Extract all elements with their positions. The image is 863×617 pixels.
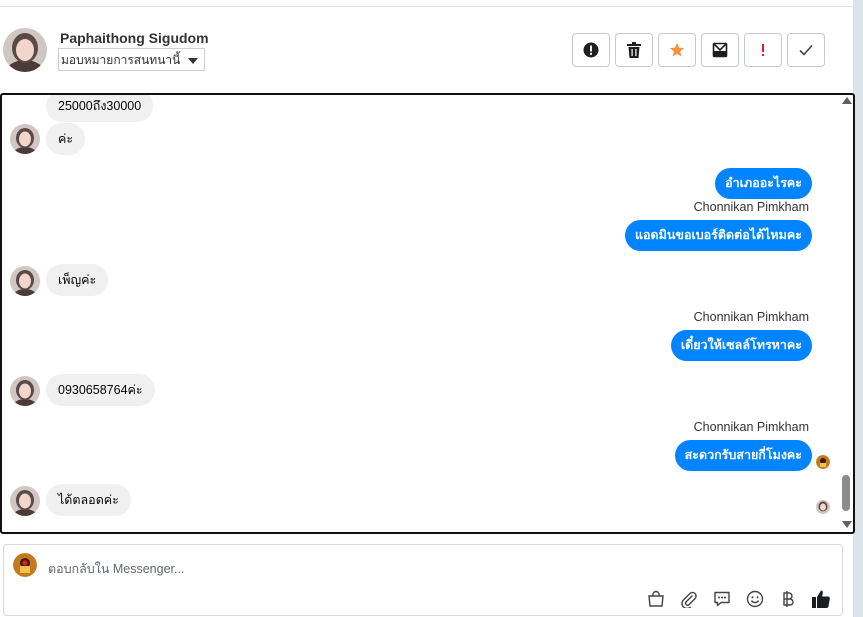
contact-avatar[interactable] [3, 28, 47, 72]
thumbs-up-icon [812, 590, 830, 608]
incoming-message: ได้ตลอดค่ะ [46, 484, 131, 516]
contact-avatar-small [10, 124, 40, 154]
contact-name[interactable]: Paphaithong Sigudom [60, 30, 209, 46]
scroll-up-arrow-icon[interactable] [842, 97, 852, 104]
incoming-message: เพ็ญค่ะ [46, 264, 109, 296]
delete-button[interactable] [615, 33, 653, 67]
sender-name: Chonnikan Pimkham [693, 310, 809, 324]
mark-important-button[interactable] [744, 33, 782, 67]
contact-avatar-small [10, 266, 40, 296]
scroll-thumb[interactable] [842, 475, 850, 511]
scroll-down-arrow-icon[interactable] [842, 521, 852, 528]
composer-toolbar [645, 588, 832, 610]
shop-button[interactable] [645, 588, 667, 610]
payment-button[interactable] [777, 588, 799, 610]
mark-done-button[interactable] [787, 33, 825, 67]
outgoing-message: อำเภออะไรคะ [715, 168, 812, 199]
reply-composer: ตอบกลับใน Messenger... [3, 544, 843, 616]
archive-icon [712, 42, 728, 58]
thread-scrollbar[interactable] [840, 95, 853, 532]
incoming-message: 25000ถึง30000 [46, 95, 154, 122]
paperclip-icon [681, 591, 697, 608]
trash-icon [627, 42, 641, 58]
sender-name: Chonnikan Pimkham [693, 200, 809, 214]
outgoing-message: เดี๋ยวให้เซลล์โทรหาคะ [670, 330, 812, 361]
chevron-down-icon [188, 58, 199, 64]
reply-input[interactable]: ตอบกลับใน Messenger... [48, 559, 184, 579]
alert-circle-icon [583, 42, 599, 58]
star-button[interactable] [658, 33, 696, 67]
archive-button[interactable] [701, 33, 739, 67]
sender-name: Chonnikan Pimkham [693, 420, 809, 434]
shopping-bag-icon [648, 590, 664, 607]
seen-by-avatar-icon [816, 455, 830, 469]
saved-replies-button[interactable] [711, 588, 733, 610]
incoming-message: 0930658764ค่ะ [46, 374, 155, 406]
top-divider [0, 6, 853, 7]
assign-label: มอบหมายการสนทนานี้ [61, 53, 181, 67]
star-icon [670, 43, 684, 57]
assign-conversation-dropdown[interactable]: มอบหมายการสนทนานี้ [58, 48, 206, 71]
smiley-icon [746, 590, 764, 608]
mark-spam-button[interactable] [572, 33, 610, 67]
outgoing-message: แอดมินขอเบอร์ติดต่อได้ไหมคะ [624, 220, 812, 251]
action-toolbar [572, 33, 825, 67]
incoming-message: ค่ะ [46, 123, 86, 155]
page-avatar [13, 553, 37, 577]
outgoing-message: สะดวกรับสายกี่โมงคะ [674, 440, 812, 471]
speech-bubble-icon [714, 591, 730, 607]
conversation-header: Paphaithong Sigudom มอบหมายการสนทนานี้ [0, 14, 850, 82]
exclamation-icon [762, 44, 764, 56]
baht-icon [783, 591, 794, 607]
emoji-button[interactable] [744, 588, 766, 610]
contact-avatar-small [10, 376, 40, 406]
message-thread[interactable]: 25000ถึง30000 ค่ะ อำเภออะไรคะ Chonnikan … [0, 93, 855, 534]
like-button[interactable] [810, 588, 832, 610]
contact-avatar-small [10, 486, 40, 516]
attach-button[interactable] [678, 588, 700, 610]
seen-by-contact-icon [816, 500, 830, 514]
check-icon [799, 44, 813, 56]
